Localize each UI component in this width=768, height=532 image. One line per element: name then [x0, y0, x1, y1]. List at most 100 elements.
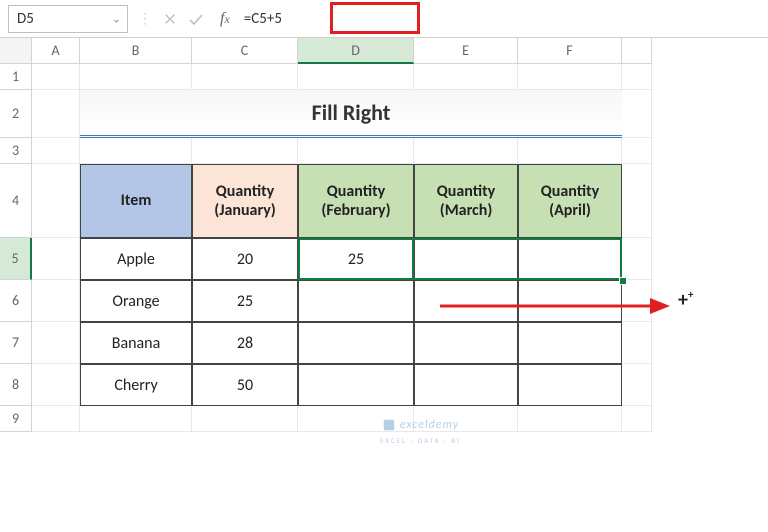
cell-a5[interactable]	[32, 238, 80, 280]
cell-b6[interactable]: Orange	[80, 280, 192, 322]
row-header-7[interactable]: 7	[0, 322, 32, 364]
header-february[interactable]: Quantity (February)	[298, 164, 414, 238]
divider: ⋮	[136, 10, 154, 27]
cell-d7[interactable]	[298, 322, 414, 364]
feb-0: 25	[348, 250, 364, 269]
cell-c8[interactable]: 50	[192, 364, 298, 406]
fx-icon[interactable]: fx	[220, 10, 230, 28]
header-item[interactable]: Item	[80, 164, 192, 238]
cell-f9[interactable]	[518, 406, 622, 432]
cell-f6[interactable]	[518, 280, 622, 322]
cell-c3[interactable]	[192, 138, 298, 164]
name-box-value: D5	[17, 10, 34, 28]
cell-b8[interactable]: Cherry	[80, 364, 192, 406]
row-header-6[interactable]: 6	[0, 280, 32, 322]
col-header-f[interactable]: F	[518, 38, 622, 64]
item-2: Banana	[112, 334, 161, 353]
formula-text: =C5+5	[244, 10, 282, 28]
select-all-corner[interactable]	[0, 38, 32, 64]
cell-a7[interactable]	[32, 322, 80, 364]
enter-icon[interactable]	[188, 11, 204, 27]
col-header-e[interactable]: E	[414, 38, 518, 64]
cancel-icon[interactable]	[162, 11, 178, 27]
cell-d6[interactable]	[298, 280, 414, 322]
row-header-9[interactable]: 9	[0, 406, 32, 432]
cell-g5[interactable]	[622, 238, 652, 280]
name-box[interactable]: D5 ⌄	[8, 5, 128, 33]
header-january[interactable]: Quantity (January)	[192, 164, 298, 238]
cell-c7[interactable]: 28	[192, 322, 298, 364]
cell-g9[interactable]	[622, 406, 652, 432]
cell-f7[interactable]	[518, 322, 622, 364]
cell-f5[interactable]	[518, 238, 622, 280]
cell-c1[interactable]	[192, 64, 298, 90]
cell-g1[interactable]	[622, 64, 652, 90]
cell-e8[interactable]	[414, 364, 518, 406]
cell-a4[interactable]	[32, 164, 80, 238]
formula-bar: D5 ⌄ ⋮ fx =C5+5	[0, 0, 768, 38]
cell-d8[interactable]	[298, 364, 414, 406]
row-header-4[interactable]: 4	[0, 164, 32, 238]
cell-d9[interactable]	[298, 406, 414, 432]
cell-a9[interactable]	[32, 406, 80, 432]
header-mar-label: Quantity (March)	[419, 182, 513, 220]
title-cell[interactable]: Fill Right	[80, 90, 622, 138]
row-header-3[interactable]: 3	[0, 138, 32, 164]
cell-a2[interactable]	[32, 90, 80, 138]
jan-0: 20	[237, 250, 253, 269]
cell-b9[interactable]	[80, 406, 192, 432]
cell-a6[interactable]	[32, 280, 80, 322]
item-0: Apple	[117, 250, 155, 269]
cell-a3[interactable]	[32, 138, 80, 164]
watermark-tag: EXCEL · DATA · BI	[380, 436, 461, 445]
cell-f3[interactable]	[518, 138, 622, 164]
col-header-blank[interactable]	[622, 38, 652, 64]
header-march[interactable]: Quantity (March)	[414, 164, 518, 238]
item-3: Cherry	[114, 376, 157, 395]
page-title: Fill Right	[312, 99, 391, 126]
row-header-5[interactable]: 5	[0, 238, 32, 280]
cell-c6[interactable]: 25	[192, 280, 298, 322]
cell-e7[interactable]	[414, 322, 518, 364]
cell-d1[interactable]	[298, 64, 414, 90]
header-april[interactable]: Quantity (April)	[518, 164, 622, 238]
formula-input[interactable]: =C5+5	[244, 5, 282, 33]
cell-f8[interactable]	[518, 364, 622, 406]
header-jan-label: Quantity (January)	[197, 182, 293, 220]
col-header-c[interactable]: C	[192, 38, 298, 64]
cell-g6[interactable]	[622, 280, 652, 322]
jan-3: 50	[237, 376, 253, 395]
chevron-down-icon[interactable]: ⌄	[112, 12, 121, 25]
row-header-1[interactable]: 1	[0, 64, 32, 90]
cell-g4[interactable]	[622, 164, 652, 238]
cell-b3[interactable]	[80, 138, 192, 164]
cell-g2[interactable]	[622, 90, 652, 138]
cell-g8[interactable]	[622, 364, 652, 406]
spreadsheet-grid: A B C D E F 1 2 Fill Right 3	[0, 38, 768, 432]
cell-d3[interactable]	[298, 138, 414, 164]
cell-b7[interactable]: Banana	[80, 322, 192, 364]
col-header-a[interactable]: A	[32, 38, 80, 64]
row-header-8[interactable]: 8	[0, 364, 32, 406]
cell-c5[interactable]: 20	[192, 238, 298, 280]
cell-a1[interactable]	[32, 64, 80, 90]
cell-b1[interactable]	[80, 64, 192, 90]
cell-e5[interactable]	[414, 238, 518, 280]
header-apr-label: Quantity (April)	[523, 182, 617, 220]
cell-f1[interactable]	[518, 64, 622, 90]
col-header-b[interactable]: B	[80, 38, 192, 64]
cell-e9[interactable]	[414, 406, 518, 432]
header-feb-label: Quantity (February)	[303, 182, 409, 220]
col-header-d[interactable]: D	[298, 38, 414, 64]
cell-c9[interactable]	[192, 406, 298, 432]
cell-g7[interactable]	[622, 322, 652, 364]
cell-d5[interactable]: 25	[298, 238, 414, 280]
cell-e6[interactable]	[414, 280, 518, 322]
cell-e3[interactable]	[414, 138, 518, 164]
cell-g3[interactable]	[622, 138, 652, 164]
cell-b5[interactable]: Apple	[80, 238, 192, 280]
row-header-2[interactable]: 2	[0, 90, 32, 138]
cell-a8[interactable]	[32, 364, 80, 406]
cell-e1[interactable]	[414, 64, 518, 90]
column-headers: A B C D E F	[0, 38, 768, 64]
